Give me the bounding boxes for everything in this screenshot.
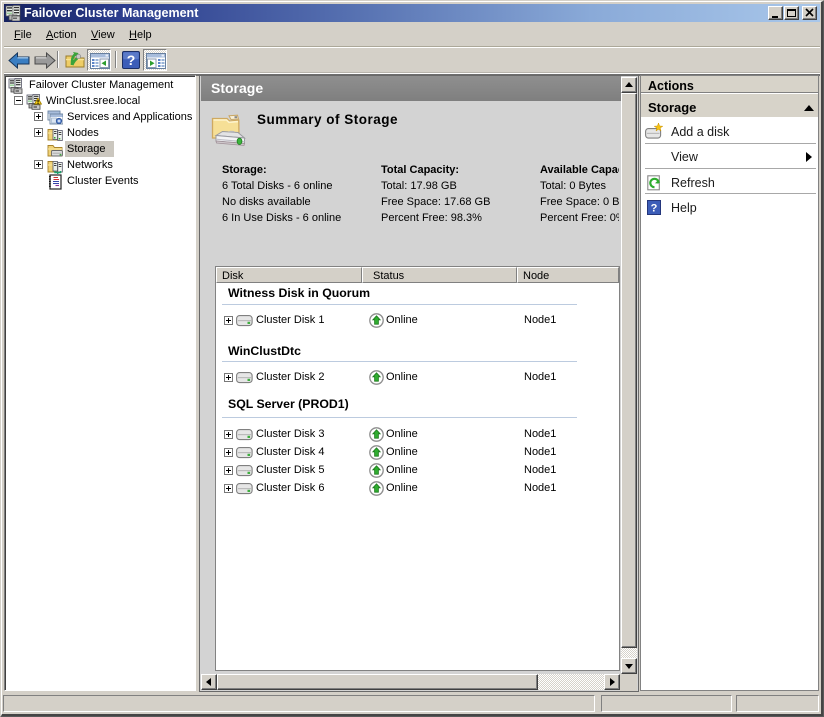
svg-text:?: ? [127, 52, 136, 68]
svg-text:?: ? [651, 203, 658, 215]
